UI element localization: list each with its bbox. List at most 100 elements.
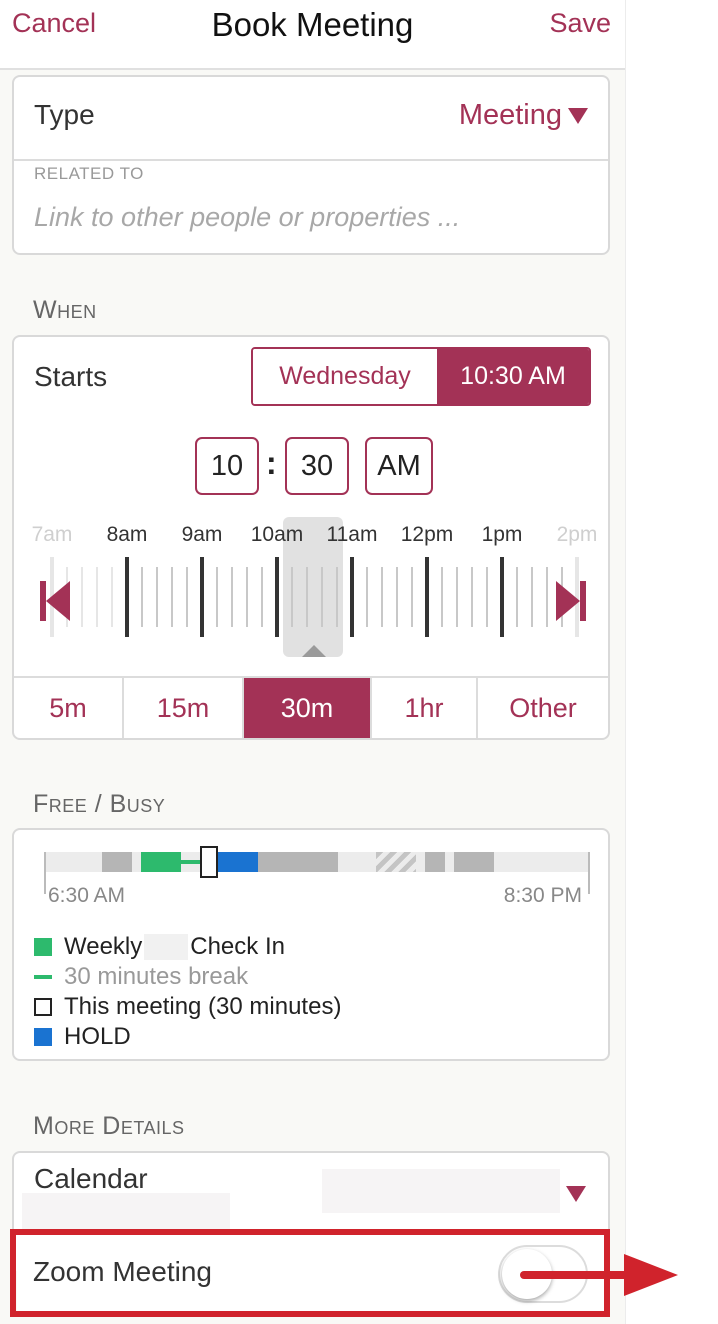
green-swatch bbox=[34, 938, 52, 956]
more-details-header: More Details bbox=[33, 1112, 185, 1140]
timeline-hour-label: 2pm bbox=[556, 523, 598, 546]
timeline-minor-tick bbox=[516, 567, 518, 627]
calendar-label: Calendar bbox=[34, 1163, 148, 1194]
triangle-down-icon bbox=[568, 108, 588, 125]
legend-weekly-prefix: Weekly bbox=[64, 933, 143, 960]
timeline-minor-tick bbox=[186, 567, 188, 627]
end-time-label: 8:30 PM bbox=[503, 884, 582, 907]
calendar-value-redacted[interactable] bbox=[322, 1169, 560, 1213]
date-time-selector: Wednesday 10:30 AM bbox=[251, 347, 591, 406]
page-title: Book Meeting bbox=[211, 6, 414, 43]
starts-label: Starts bbox=[34, 361, 108, 392]
type-row[interactable]: Type Meeting bbox=[14, 77, 608, 161]
legend-hold: HOLD bbox=[34, 1023, 131, 1051]
time-option[interactable]: 10:30 AM bbox=[437, 349, 589, 404]
timeline-hour-label: 7am bbox=[31, 523, 73, 546]
day-option[interactable]: Wednesday bbox=[253, 349, 437, 404]
when-header: When bbox=[33, 296, 97, 324]
timeline-hour-label: 12pm bbox=[400, 523, 454, 546]
triangle-down-icon[interactable] bbox=[566, 1186, 586, 1202]
duration-other[interactable]: Other bbox=[478, 678, 608, 738]
start-time-label: 6:30 AM bbox=[48, 884, 126, 907]
skip-forward-icon[interactable] bbox=[554, 579, 588, 623]
busy-block bbox=[454, 852, 494, 872]
legend-this-meeting-text: This meeting (30 minutes) bbox=[64, 993, 342, 1020]
duration-15m[interactable]: 15m bbox=[124, 678, 244, 738]
timeline-minor-tick bbox=[81, 567, 83, 627]
hold-block bbox=[218, 852, 258, 872]
timeline-hour-tick bbox=[125, 557, 129, 637]
timeline-minor-tick bbox=[381, 567, 383, 627]
duration-1hr[interactable]: 1hr bbox=[372, 678, 478, 738]
type-label: Type bbox=[34, 99, 95, 130]
free-busy-track bbox=[44, 846, 590, 878]
axis-end-line bbox=[588, 852, 590, 894]
axis-start-line bbox=[44, 852, 46, 894]
related-to-input[interactable]: Link to other people or properties ... bbox=[34, 202, 460, 233]
busy-block bbox=[102, 852, 132, 872]
timeline-minor-tick bbox=[441, 567, 443, 627]
app-panel: Cancel Book Meeting Save Type Meeting RE… bbox=[0, 0, 626, 1324]
timeline-minor-tick bbox=[366, 567, 368, 627]
timeline-minor-tick bbox=[411, 567, 413, 627]
legend-weekly: Weekly Check In bbox=[34, 933, 285, 961]
legend-hold-text: HOLD bbox=[64, 1023, 131, 1050]
timeline-hour-tick bbox=[275, 557, 279, 637]
tentative-block bbox=[376, 852, 416, 872]
timeline-hour-label: 10am bbox=[250, 523, 304, 546]
green-line-swatch bbox=[34, 975, 52, 979]
free-busy-header: Free / Busy bbox=[33, 790, 166, 818]
busy-block bbox=[258, 852, 338, 872]
timeline-minor-tick bbox=[216, 567, 218, 627]
timeline-hour-label: 8am bbox=[106, 523, 148, 546]
current-time-pointer bbox=[302, 645, 326, 657]
timeline-minor-tick bbox=[486, 567, 488, 627]
timeline-minor-tick bbox=[111, 567, 113, 627]
timeline-minor-tick bbox=[246, 567, 248, 627]
timeline-minor-tick bbox=[456, 567, 458, 627]
legend-this-meeting: This meeting (30 minutes) bbox=[34, 993, 341, 1021]
arrow-right-icon bbox=[520, 1254, 678, 1296]
this-meeting-marker bbox=[200, 846, 218, 878]
duration-selector: 5m 15m 30m 1hr Other bbox=[14, 676, 608, 738]
timeline-minor-tick bbox=[171, 567, 173, 627]
free-busy-card: 6:30 AM 8:30 PM Weekly Check In 30 minut… bbox=[12, 828, 610, 1061]
weekly-check-in-block bbox=[141, 852, 181, 872]
timeline-minor-tick bbox=[96, 567, 98, 627]
time-separator: : bbox=[266, 445, 277, 481]
timeline-hour-tick bbox=[350, 557, 354, 637]
timeline-minor-tick bbox=[531, 567, 533, 627]
legend-weekly-suffix: Check In bbox=[190, 933, 285, 960]
when-card: Starts Wednesday 10:30 AM 10 : 30 AM 7am… bbox=[12, 335, 610, 740]
ampm-field[interactable]: AM bbox=[365, 437, 433, 495]
outline-swatch bbox=[34, 998, 52, 1016]
hour-field[interactable]: 10 bbox=[195, 437, 259, 495]
timeline-minor-tick bbox=[156, 567, 158, 627]
timeline-hour-label: 1pm bbox=[481, 523, 523, 546]
duration-30m[interactable]: 30m bbox=[244, 678, 372, 738]
legend-break-text: 30 minutes break bbox=[64, 963, 249, 990]
type-select[interactable]: Meeting bbox=[459, 99, 588, 132]
timeline-minor-tick bbox=[546, 567, 548, 627]
type-value: Meeting bbox=[458, 99, 562, 131]
timeline-minor-tick bbox=[141, 567, 143, 627]
timeline-minor-tick bbox=[261, 567, 263, 627]
blue-swatch bbox=[34, 1028, 52, 1046]
legend-break: 30 minutes break bbox=[34, 963, 248, 991]
related-to-label: RELATED TO bbox=[34, 164, 144, 183]
nav-bar: Cancel Book Meeting Save bbox=[0, 0, 625, 70]
timeline-hour-tick bbox=[200, 557, 204, 637]
timeline-minor-tick bbox=[231, 567, 233, 627]
timeline-hour-tick bbox=[425, 557, 429, 637]
duration-5m[interactable]: 5m bbox=[14, 678, 124, 738]
redacted-text bbox=[144, 934, 189, 960]
save-button[interactable]: Save bbox=[549, 8, 611, 39]
timeline-minor-tick bbox=[471, 567, 473, 627]
busy-block bbox=[425, 852, 445, 872]
timeline-hour-label: 9am bbox=[181, 523, 223, 546]
timeline-minor-tick bbox=[396, 567, 398, 627]
time-scrubber[interactable]: 7am 8am 9am 10am 11am 12pm 1pm 2pm bbox=[28, 507, 598, 677]
timeline-hour-label: 11am bbox=[326, 523, 378, 546]
minute-field[interactable]: 30 bbox=[285, 437, 349, 495]
skip-back-icon[interactable] bbox=[38, 579, 72, 623]
